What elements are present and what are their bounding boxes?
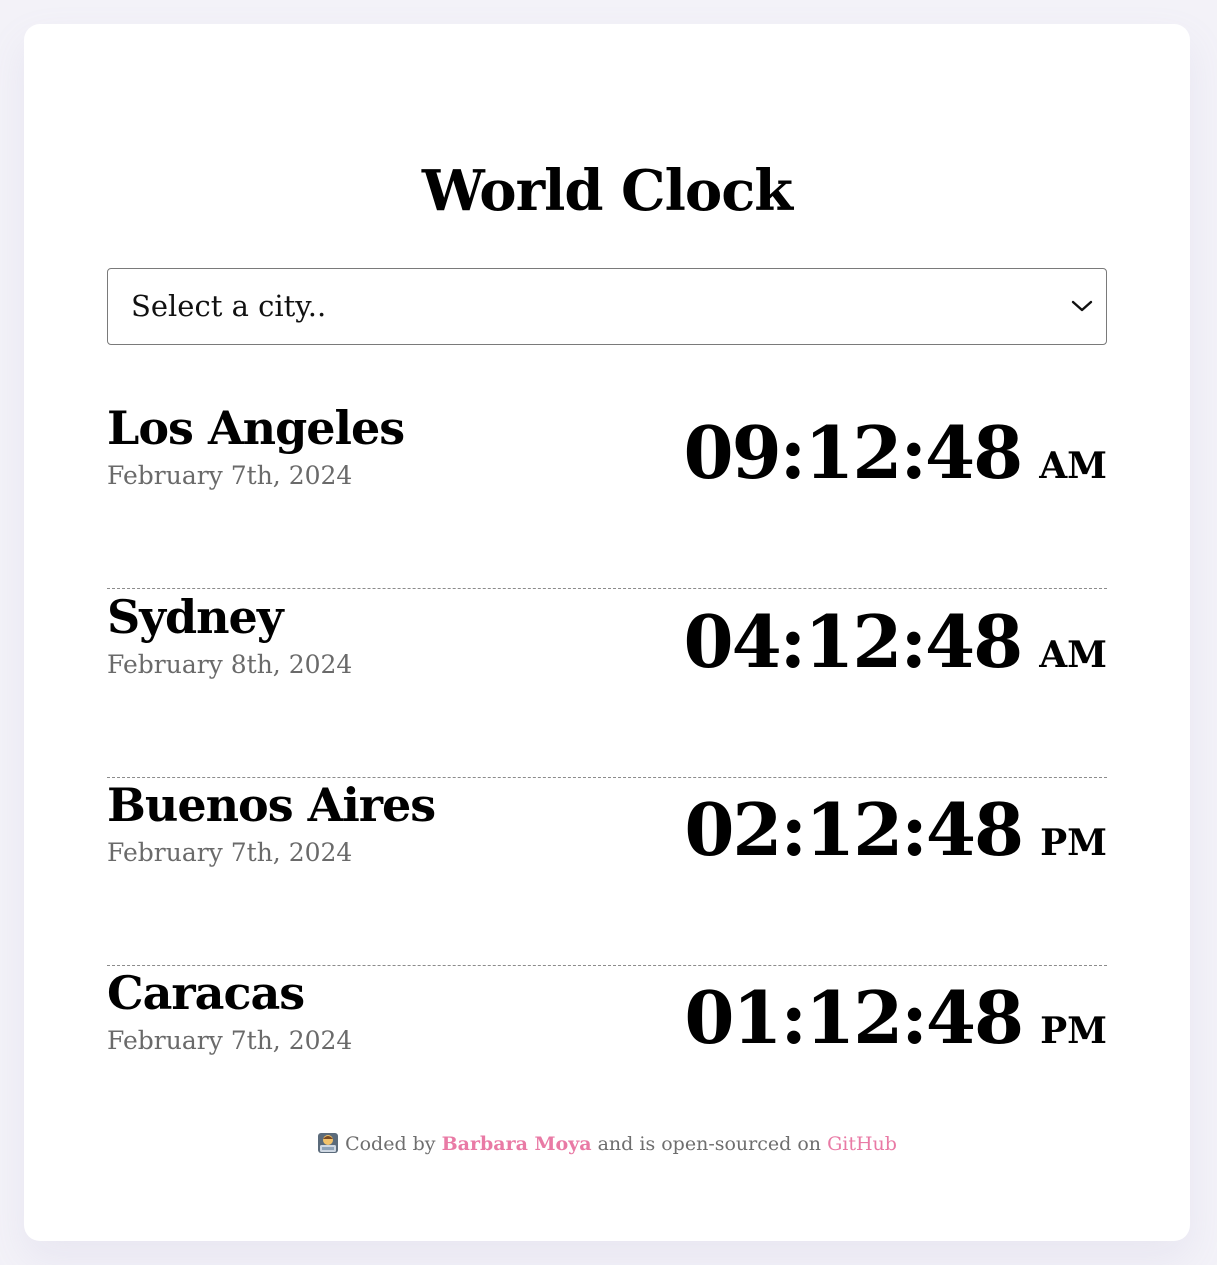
city-row-los-angeles: Los Angeles February 7th, 2024 09:12:48 A… <box>107 400 1107 589</box>
world-clock-card: World Clock Select a city.. Los Angeles … <box>24 24 1190 1241</box>
city-date: February 7th, 2024 <box>107 1026 353 1055</box>
city-name: Caracas <box>107 966 305 1020</box>
footer: Coded by Barbara Moya and is open-source… <box>107 1130 1107 1158</box>
city-time: 02:12:48 PM <box>684 785 1107 888</box>
time-value: 04:12:48 <box>683 599 1023 684</box>
time-period: AM <box>1039 445 1107 487</box>
city-select-value: Select a city.. <box>131 289 327 323</box>
time-period: PM <box>1040 1010 1107 1052</box>
footer-prefix: Coded by <box>345 1133 436 1155</box>
time-value: 09:12:48 <box>683 410 1023 495</box>
city-row-caracas: Caracas February 7th, 2024 01:12:48 PM <box>107 965 1107 1153</box>
technologist-emoji-icon <box>318 1133 339 1153</box>
city-name: Los Angeles <box>107 401 405 455</box>
city-name: Buenos Aires <box>107 778 436 832</box>
github-link[interactable]: GitHub <box>827 1133 897 1155</box>
city-time: 09:12:48 AM <box>683 408 1107 511</box>
city-time: 04:12:48 AM <box>683 597 1107 700</box>
city-row-buenos-aires: Buenos Aires February 7th, 2024 02:12:48… <box>107 777 1107 966</box>
time-value: 01:12:48 <box>684 975 1024 1060</box>
author-link[interactable]: Barbara Moya <box>442 1133 592 1155</box>
city-select[interactable]: Select a city.. <box>107 268 1107 345</box>
city-row-sydney: Sydney February 8th, 2024 04:12:48 AM <box>107 589 1107 778</box>
city-date: February 8th, 2024 <box>107 650 353 679</box>
page-title: World Clock <box>421 158 793 224</box>
city-time: 01:12:48 PM <box>684 973 1107 1076</box>
time-period: AM <box>1039 634 1107 676</box>
city-date: February 7th, 2024 <box>107 461 353 490</box>
chevron-down-icon <box>1071 300 1093 312</box>
footer-middle: and is open-sourced on <box>597 1133 822 1155</box>
time-value: 02:12:48 <box>684 787 1024 872</box>
time-period: PM <box>1040 822 1107 864</box>
city-date: February 7th, 2024 <box>107 838 353 867</box>
city-name: Sydney <box>107 590 284 644</box>
